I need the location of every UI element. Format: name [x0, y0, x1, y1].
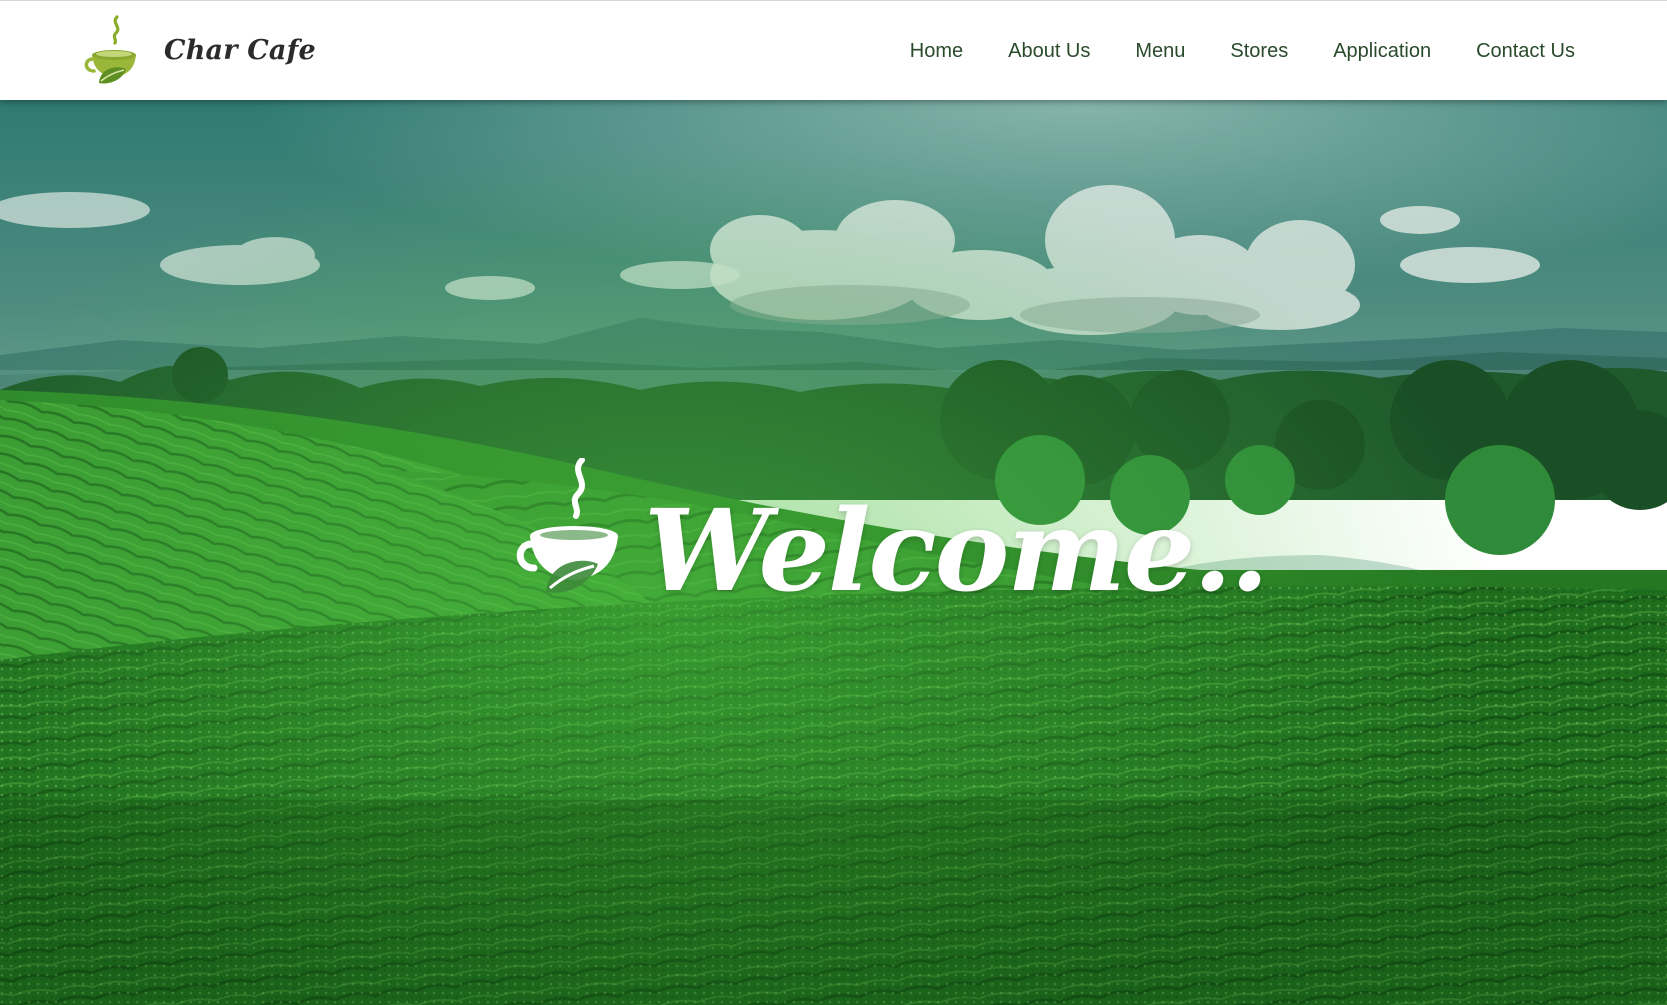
nav-link-menu[interactable]: Menu	[1135, 40, 1185, 62]
tea-cup-leaf-icon	[516, 458, 618, 593]
nav-item-about-us: About Us	[1008, 40, 1090, 63]
brand-link[interactable]: Char Cafe	[84, 15, 316, 85]
nav-item-contact-us: Contact Us	[1476, 40, 1575, 63]
welcome-text: Welcome..	[644, 486, 1269, 617]
nav-link-home[interactable]: Home	[910, 40, 963, 62]
top-navbar: Char Cafe Home About Us Menu Stores Appl…	[0, 0, 1667, 100]
nav-item-menu: Menu	[1135, 40, 1185, 63]
nav-link-about-us[interactable]: About Us	[1008, 40, 1090, 62]
brand-name[interactable]: Char Cafe	[164, 35, 316, 66]
welcome-heading: Welcome..	[516, 456, 1269, 608]
nav-item-home: Home	[910, 40, 963, 63]
tea-cup-leaf-icon	[84, 15, 136, 84]
nav-item-stores: Stores	[1230, 40, 1288, 63]
nav-item-application: Application	[1333, 40, 1431, 63]
main-nav: Home About Us Menu Stores Application Co…	[865, 1, 1575, 101]
nav-link-contact-us[interactable]: Contact Us	[1476, 40, 1575, 62]
page: Char Cafe Home About Us Menu Stores Appl…	[0, 0, 1667, 1005]
nav-link-stores[interactable]: Stores	[1230, 40, 1288, 62]
nav-link-application[interactable]: Application	[1333, 40, 1431, 62]
hero-section: Welcome..	[0, 100, 1667, 1005]
